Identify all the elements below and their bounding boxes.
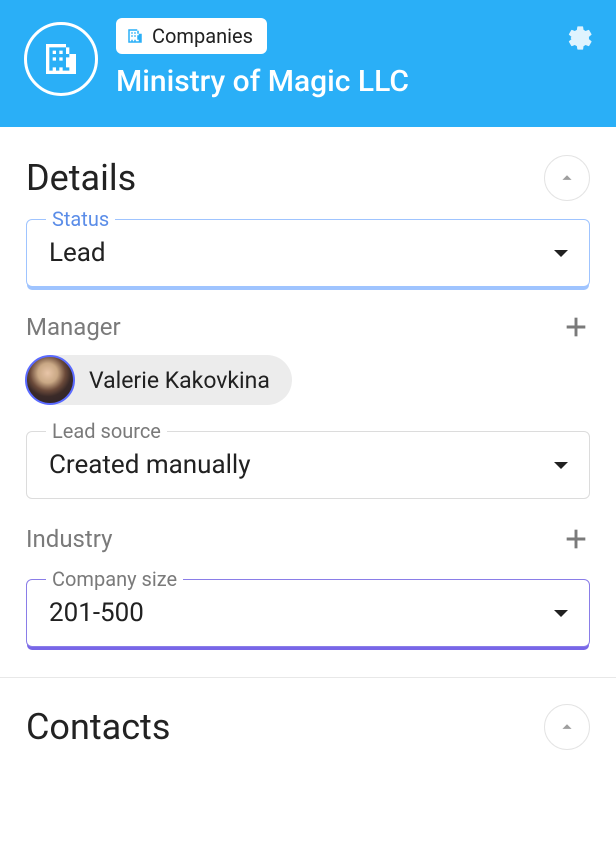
- contacts-title: Contacts: [26, 706, 170, 748]
- status-field: Status Lead: [26, 219, 590, 287]
- caret-down-icon: [553, 244, 569, 263]
- collapse-contacts-button[interactable]: [544, 704, 590, 750]
- caret-down-icon: [553, 604, 569, 623]
- manager-chip[interactable]: Valerie Kakovkina: [26, 355, 292, 405]
- breadcrumb-label: Companies: [152, 24, 253, 48]
- collapse-details-button[interactable]: [544, 155, 590, 201]
- company-header: Companies Ministry of Magic LLC: [0, 0, 616, 127]
- company-size-value: 201-500: [49, 598, 144, 628]
- company-icon-circle: [24, 22, 98, 96]
- plus-icon: [562, 525, 590, 553]
- lead-source-field: Lead source Created manually: [26, 431, 590, 499]
- gear-icon: [564, 24, 592, 52]
- chevron-up-icon: [556, 716, 578, 738]
- manager-field-header: Manager: [26, 313, 590, 341]
- industry-field-header: Industry: [26, 525, 590, 553]
- status-value: Lead: [49, 238, 106, 268]
- settings-button[interactable]: [564, 24, 592, 52]
- building-icon: [41, 39, 81, 79]
- add-manager-button[interactable]: [562, 313, 590, 341]
- lead-source-value: Created manually: [49, 450, 251, 480]
- lead-source-label: Lead source: [46, 419, 167, 443]
- industry-label: Industry: [26, 525, 112, 553]
- chevron-up-icon: [556, 167, 578, 189]
- details-section-header: Details: [26, 127, 590, 219]
- manager-label: Manager: [26, 313, 121, 341]
- company-size-label: Company size: [46, 567, 183, 591]
- details-title: Details: [26, 157, 136, 199]
- company-size-field: Company size 201-500: [26, 579, 590, 647]
- caret-down-icon: [553, 456, 569, 475]
- add-industry-button[interactable]: [562, 525, 590, 553]
- breadcrumb-companies[interactable]: Companies: [116, 18, 267, 54]
- company-name: Ministry of Magic LLC: [116, 64, 409, 99]
- status-label: Status: [46, 207, 115, 231]
- building-small-icon: [126, 27, 144, 45]
- plus-icon: [562, 313, 590, 341]
- manager-name: Valerie Kakovkina: [89, 367, 270, 394]
- avatar: [25, 355, 75, 405]
- manager-chip-row: Valerie Kakovkina: [26, 355, 590, 405]
- contacts-section: Contacts: [0, 677, 616, 750]
